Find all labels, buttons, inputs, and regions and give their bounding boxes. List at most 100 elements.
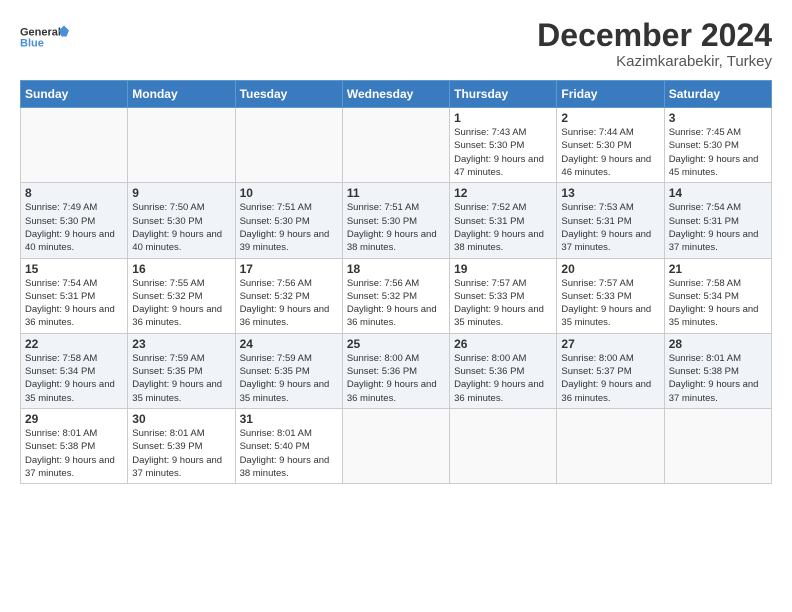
day-number: 12 xyxy=(454,186,552,200)
day-number: 9 xyxy=(132,186,230,200)
calendar-cell: 18 Sunrise: 7:56 AMSunset: 5:32 PMDayligh… xyxy=(342,258,449,333)
calendar-cell: 31 Sunrise: 8:01 AMSunset: 5:40 PMDayligh… xyxy=(235,408,342,483)
day-number: 31 xyxy=(240,412,338,426)
col-header-sunday: Sunday xyxy=(21,81,128,108)
calendar-cell: 28 Sunrise: 8:01 AMSunset: 5:38 PMDayligh… xyxy=(664,333,771,408)
calendar-cell: 10 Sunrise: 7:51 AMSunset: 5:30 PMDayligh… xyxy=(235,183,342,258)
day-number: 23 xyxy=(132,337,230,351)
day-number: 10 xyxy=(240,186,338,200)
calendar-cell xyxy=(342,108,449,183)
calendar-table: SundayMondayTuesdayWednesdayThursdayFrid… xyxy=(20,80,772,484)
calendar-cell: 3 Sunrise: 7:45 AMSunset: 5:30 PMDaylight… xyxy=(664,108,771,183)
day-number: 15 xyxy=(25,262,123,276)
calendar-cell: 29 Sunrise: 8:01 AMSunset: 5:38 PMDayligh… xyxy=(21,408,128,483)
calendar-cell xyxy=(235,108,342,183)
calendar-cell: 20 Sunrise: 7:57 AMSunset: 5:33 PMDayligh… xyxy=(557,258,664,333)
day-detail: Sunrise: 7:54 AMSunset: 5:31 PMDaylight:… xyxy=(25,278,115,329)
calendar-cell: 21Sunrise: 7:58 AMSunset: 5:34 PMDayligh… xyxy=(664,258,771,333)
week-row-1: 1 Sunrise: 7:43 AMSunset: 5:30 PMDaylight… xyxy=(21,108,772,183)
day-detail: Sunrise: 7:57 AMSunset: 5:33 PMDaylight:… xyxy=(454,278,544,329)
day-number: 22 xyxy=(25,337,123,351)
calendar-cell: 9 Sunrise: 7:50 AMSunset: 5:30 PMDaylight… xyxy=(128,183,235,258)
page-header: General Blue December 2024 Kazimkarabeki… xyxy=(20,18,772,70)
day-detail: Sunrise: 7:56 AMSunset: 5:32 PMDaylight:… xyxy=(347,278,437,329)
calendar-cell: 23 Sunrise: 7:59 AMSunset: 5:35 PMDayligh… xyxy=(128,333,235,408)
calendar-cell xyxy=(342,408,449,483)
col-header-thursday: Thursday xyxy=(450,81,557,108)
day-detail: Sunrise: 7:54 AMSunset: 5:31 PMDaylight:… xyxy=(669,202,759,253)
calendar-cell: 30 Sunrise: 8:01 AMSunset: 5:39 PMDayligh… xyxy=(128,408,235,483)
day-number: 20 xyxy=(561,262,659,276)
day-number: 24 xyxy=(240,337,338,351)
day-detail: Sunrise: 7:52 AMSunset: 5:31 PMDaylight:… xyxy=(454,202,544,253)
logo: General Blue xyxy=(20,18,70,56)
week-row-2: 8Sunrise: 7:49 AMSunset: 5:30 PMDaylight… xyxy=(21,183,772,258)
day-number: 29 xyxy=(25,412,123,426)
day-detail: Sunrise: 8:01 AMSunset: 5:38 PMDaylight:… xyxy=(669,353,759,404)
day-number: 17 xyxy=(240,262,338,276)
day-detail: Sunrise: 8:01 AMSunset: 5:38 PMDaylight:… xyxy=(25,428,115,479)
day-detail: Sunrise: 7:50 AMSunset: 5:30 PMDaylight:… xyxy=(132,202,222,253)
col-header-tuesday: Tuesday xyxy=(235,81,342,108)
day-detail: Sunrise: 7:59 AMSunset: 5:35 PMDaylight:… xyxy=(240,353,330,404)
calendar-cell: 15 Sunrise: 7:54 AMSunset: 5:31 PMDayligh… xyxy=(21,258,128,333)
calendar-cell: 19Sunrise: 7:57 AMSunset: 5:33 PMDayligh… xyxy=(450,258,557,333)
calendar-cell xyxy=(557,408,664,483)
day-detail: Sunrise: 7:59 AMSunset: 5:35 PMDaylight:… xyxy=(132,353,222,404)
calendar-cell: 25 Sunrise: 8:00 AMSunset: 5:36 PMDayligh… xyxy=(342,333,449,408)
day-number: 11 xyxy=(347,186,445,200)
day-number: 14 xyxy=(669,186,767,200)
svg-text:Blue: Blue xyxy=(20,38,44,50)
calendar-cell: 24 Sunrise: 7:59 AMSunset: 5:35 PMDayligh… xyxy=(235,333,342,408)
day-detail: Sunrise: 7:43 AMSunset: 5:30 PMDaylight:… xyxy=(454,127,544,178)
col-header-monday: Monday xyxy=(128,81,235,108)
day-number: 28 xyxy=(669,337,767,351)
day-detail: Sunrise: 8:01 AMSunset: 5:40 PMDaylight:… xyxy=(240,428,330,479)
calendar-cell xyxy=(128,108,235,183)
day-number: 26 xyxy=(454,337,552,351)
day-detail: Sunrise: 7:58 AMSunset: 5:34 PMDaylight:… xyxy=(25,353,115,404)
calendar-cell: 12 Sunrise: 7:52 AMSunset: 5:31 PMDayligh… xyxy=(450,183,557,258)
day-detail: Sunrise: 8:00 AMSunset: 5:37 PMDaylight:… xyxy=(561,353,651,404)
calendar-cell: 13 Sunrise: 7:53 AMSunset: 5:31 PMDayligh… xyxy=(557,183,664,258)
day-detail: Sunrise: 7:53 AMSunset: 5:31 PMDaylight:… xyxy=(561,202,651,253)
col-header-friday: Friday xyxy=(557,81,664,108)
calendar-cell: 26Sunrise: 8:00 AMSunset: 5:36 PMDayligh… xyxy=(450,333,557,408)
day-detail: Sunrise: 8:00 AMSunset: 5:36 PMDaylight:… xyxy=(347,353,437,404)
day-number: 13 xyxy=(561,186,659,200)
calendar-cell: 8Sunrise: 7:49 AMSunset: 5:30 PMDaylight… xyxy=(21,183,128,258)
day-number: 2 xyxy=(561,111,659,125)
day-detail: Sunrise: 7:58 AMSunset: 5:34 PMDaylight:… xyxy=(669,278,759,329)
day-detail: Sunrise: 7:44 AMSunset: 5:30 PMDaylight:… xyxy=(561,127,651,178)
week-row-5: 29 Sunrise: 8:01 AMSunset: 5:38 PMDayligh… xyxy=(21,408,772,483)
day-number: 3 xyxy=(669,111,767,125)
week-row-4: 22 Sunrise: 7:58 AMSunset: 5:34 PMDayligh… xyxy=(21,333,772,408)
day-number: 30 xyxy=(132,412,230,426)
day-detail: Sunrise: 8:01 AMSunset: 5:39 PMDaylight:… xyxy=(132,428,222,479)
subtitle: Kazimkarabekir, Turkey xyxy=(537,53,772,70)
calendar-cell: 11 Sunrise: 7:51 AMSunset: 5:30 PMDayligh… xyxy=(342,183,449,258)
day-detail: Sunrise: 7:57 AMSunset: 5:33 PMDaylight:… xyxy=(561,278,651,329)
main-title: December 2024 xyxy=(537,18,772,53)
svg-text:General: General xyxy=(20,27,61,39)
day-number: 18 xyxy=(347,262,445,276)
day-number: 8 xyxy=(25,186,123,200)
calendar-cell: 27Sunrise: 8:00 AMSunset: 5:37 PMDayligh… xyxy=(557,333,664,408)
day-number: 25 xyxy=(347,337,445,351)
logo-svg: General Blue xyxy=(20,18,70,56)
calendar-cell: 2 Sunrise: 7:44 AMSunset: 5:30 PMDaylight… xyxy=(557,108,664,183)
page-container: General Blue December 2024 Kazimkarabeki… xyxy=(0,0,792,494)
day-number: 1 xyxy=(454,111,552,125)
calendar-cell: 16Sunrise: 7:55 AMSunset: 5:32 PMDayligh… xyxy=(128,258,235,333)
day-detail: Sunrise: 7:51 AMSunset: 5:30 PMDaylight:… xyxy=(347,202,437,253)
col-header-saturday: Saturday xyxy=(664,81,771,108)
calendar-cell xyxy=(21,108,128,183)
day-detail: Sunrise: 7:45 AMSunset: 5:30 PMDaylight:… xyxy=(669,127,759,178)
day-detail: Sunrise: 7:51 AMSunset: 5:30 PMDaylight:… xyxy=(240,202,330,253)
day-detail: Sunrise: 7:56 AMSunset: 5:32 PMDaylight:… xyxy=(240,278,330,329)
calendar-cell xyxy=(450,408,557,483)
calendar-cell: 22 Sunrise: 7:58 AMSunset: 5:34 PMDayligh… xyxy=(21,333,128,408)
week-row-3: 15 Sunrise: 7:54 AMSunset: 5:31 PMDayligh… xyxy=(21,258,772,333)
day-number: 16 xyxy=(132,262,230,276)
col-header-wednesday: Wednesday xyxy=(342,81,449,108)
